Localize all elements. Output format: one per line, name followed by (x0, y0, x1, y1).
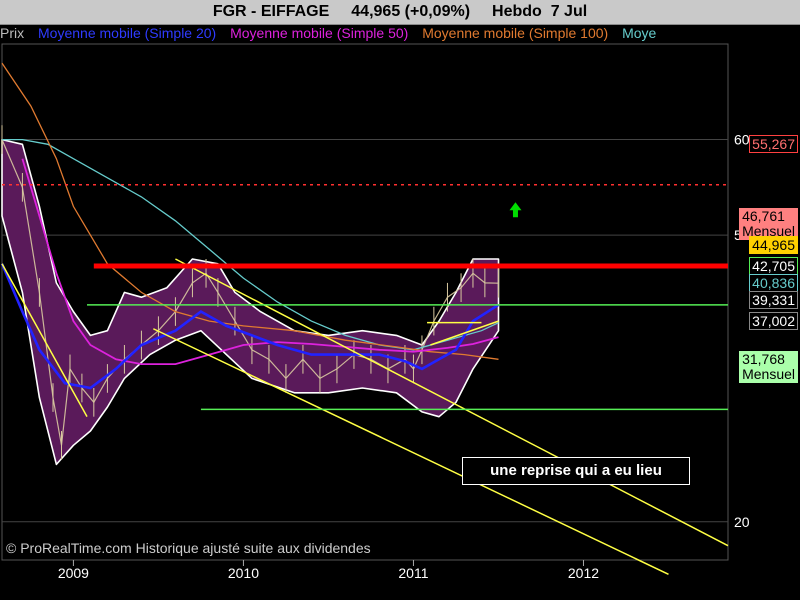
chart-title-bar: FGR - EIFFAGE 44,965 (+0,09%) Hebdo 7 Ju… (0, 0, 800, 25)
tag-resistance-value: 46,761 (742, 208, 785, 224)
legend-prix: Prix (0, 25, 25, 41)
tag-support-period: Mensuel (742, 366, 795, 382)
tag-support: 31,768 Mensuel (739, 351, 798, 383)
price-chart: 2050602009201020112012 (0, 43, 750, 581)
annotation-box: une reprise qui a eu lieu (462, 457, 690, 485)
y-tick-label: 60 (734, 132, 750, 148)
timeframe-date: Hebdo 7 Jul (492, 3, 587, 21)
legend-ma-extra: Moye (622, 25, 657, 41)
date-label: 7 Jul (550, 3, 588, 20)
copyright-notice: © ProRealTime.com Historique ajusté suit… (6, 540, 371, 556)
price-change: 44,965 (+0,09%) (351, 3, 471, 20)
bollinger-band (1, 138, 500, 466)
tag-support-value: 31,768 (742, 351, 785, 367)
x-tick-label: 2010 (228, 565, 259, 581)
tag-ma50: 39,331 (749, 291, 798, 309)
tag-dashed-level: 55,267 (749, 135, 798, 153)
x-tick-label: 2009 (58, 565, 89, 581)
chart-root: 2050602009201020112012 FGR - EIFFAGE 44,… (0, 0, 800, 600)
tag-last-price: 44,965 (749, 236, 798, 254)
tag-ma20: 42,705 (749, 257, 798, 275)
symbol-title: FGR - EIFFAGE (212, 3, 330, 20)
legend: Prix Moyenne mobile (Simple 20) Moyenne … (0, 25, 730, 43)
tag-ma200: 40,836 (749, 274, 798, 292)
up-arrow-icon (509, 202, 522, 218)
tag-ma100: 37,002 (749, 312, 798, 330)
period-label: Hebdo (492, 3, 542, 20)
x-tick-label: 2011 (398, 565, 428, 581)
y-tick-label: 20 (734, 514, 750, 530)
x-tick-label: 2012 (568, 565, 599, 581)
legend-ma20: Moyenne mobile (Simple 20) (38, 25, 217, 41)
legend-ma100: Moyenne mobile (Simple 100) (422, 25, 609, 41)
legend-ma50: Moyenne mobile (Simple 50) (230, 25, 409, 41)
